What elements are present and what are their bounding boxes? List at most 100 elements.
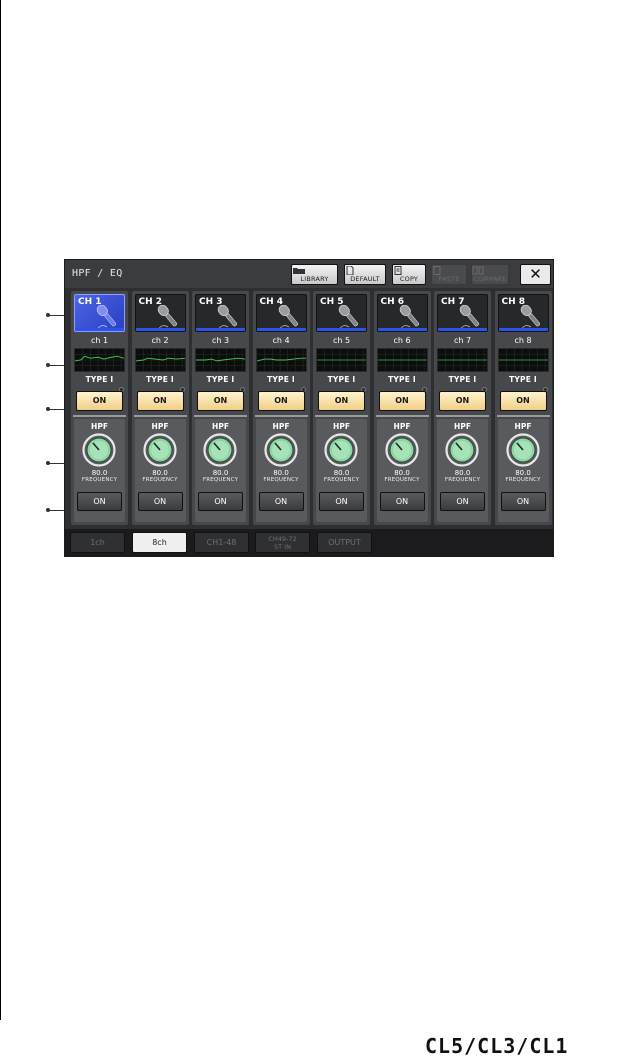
hpf-frequency-knob[interactable] <box>263 433 298 467</box>
eq-on-button[interactable]: ON <box>378 391 426 411</box>
hpf-frequency-knob[interactable] <box>203 433 237 467</box>
close-icon: ✕ <box>529 265 542 283</box>
section-divider <box>315 415 368 417</box>
channel-select-button[interactable]: CH 8 <box>497 294 549 332</box>
hpf-frequency-knob[interactable] <box>445 433 479 467</box>
hpf-on-button[interactable]: ON <box>258 492 304 511</box>
hpf-frequency-knob[interactable] <box>505 433 540 467</box>
eq-on-button[interactable]: ON <box>257 391 305 411</box>
section-divider <box>73 415 126 417</box>
hpf-frequency-value: 80.0 <box>152 469 168 477</box>
channel-color-bar <box>438 328 487 331</box>
eq-graph[interactable] <box>255 348 307 372</box>
hpf-frequency-value: 80.0 <box>515 469 531 477</box>
eq-on-button[interactable]: ON <box>318 391 365 411</box>
eq-type-label: TYPE I <box>448 375 477 384</box>
hpf-section: HPF 80.0 FREQUENCY ON <box>497 419 549 522</box>
compare-button[interactable]: COMPARE <box>471 264 509 285</box>
hpf-on-button[interactable]: ON <box>137 492 183 511</box>
hpf-on-button[interactable]: ON <box>198 492 243 511</box>
hpf-frequency-label: FREQUENCY <box>505 477 541 483</box>
library-button[interactable]: LIBRARY <box>291 264 338 285</box>
hpf-label: HPF <box>333 422 350 431</box>
eq-graph[interactable] <box>437 348 488 372</box>
compare-label: COMPARE <box>473 275 507 283</box>
hpf-frequency-knob[interactable] <box>324 433 358 467</box>
tab-1ch[interactable]: 1ch <box>70 532 125 553</box>
eq-on-button[interactable]: ON <box>439 391 486 411</box>
hpf-frequency-label: FREQUENCY <box>323 477 360 483</box>
hpf-on-button[interactable]: ON <box>500 492 546 511</box>
tab-ch49-72-label: CH49-72 <box>268 535 297 543</box>
hpf-on-button[interactable]: ON <box>440 492 485 511</box>
copy-button[interactable]: COPY <box>392 264 426 285</box>
hpf-on-button[interactable]: ON <box>319 492 364 511</box>
tab-ch1-48[interactable]: CH1-48 <box>194 532 249 553</box>
channel-color-bar <box>196 328 245 331</box>
hpf-frequency-label: FREQUENCY <box>202 477 239 483</box>
paste-button[interactable]: PASTE <box>431 264 467 285</box>
channel-select-button[interactable]: CH 4 <box>255 294 307 332</box>
channel-name: ch 2 <box>151 336 169 345</box>
default-label: DEFAULT <box>350 275 380 283</box>
channel-select-button[interactable]: CH 5 <box>316 294 367 332</box>
hpf-eq-window: HPF / EQ LIBRARY DEFAULT COPY PASTE COMP… <box>64 259 554 557</box>
tab-8ch[interactable]: 8ch <box>132 532 187 553</box>
channel-select-button[interactable]: CH 2 <box>134 294 186 332</box>
section-divider <box>254 415 308 417</box>
hpf-frequency-value: 80.0 <box>454 469 471 477</box>
hpf-on-button[interactable]: ON <box>77 492 122 511</box>
eq-graph[interactable] <box>195 348 246 372</box>
folder-icon <box>293 268 305 274</box>
eq-on-button[interactable]: ON <box>499 391 547 411</box>
hpf-frequency-value: 80.0 <box>333 469 350 477</box>
tab-output[interactable]: OUTPUT <box>317 532 372 553</box>
channel-name: ch 3 <box>211 336 230 345</box>
tab-bar: 1ch 8ch CH1-48 CH49-72 ST IN OUTPUT <box>65 529 553 556</box>
section-divider <box>194 415 247 417</box>
eq-type-label: TYPE I <box>85 375 114 384</box>
eq-graph[interactable] <box>376 348 428 372</box>
channel-color-bar <box>377 328 427 331</box>
hpf-frequency-label: FREQUENCY <box>444 477 481 483</box>
eq-graph[interactable] <box>134 348 186 372</box>
hpf-frequency-knob[interactable] <box>82 433 116 467</box>
channel-select-button[interactable]: CH 3 <box>195 294 246 332</box>
eq-curve <box>196 357 245 362</box>
default-button[interactable]: DEFAULT <box>344 264 386 285</box>
copy-label: COPY <box>399 275 419 283</box>
title-bar: HPF / EQ LIBRARY DEFAULT COPY PASTE COMP… <box>65 260 553 288</box>
eq-type-label: TYPE I <box>146 375 174 384</box>
hpf-frequency-knob[interactable] <box>142 433 177 467</box>
hpf-frequency-knob[interactable] <box>384 433 419 467</box>
eq-on-button[interactable]: ON <box>76 391 123 411</box>
channel-color-bar <box>256 328 306 331</box>
hpf-label: HPF <box>272 422 290 431</box>
hpf-section: HPF 80.0 FREQUENCY ON <box>195 419 246 522</box>
channel-color-bar <box>135 328 185 331</box>
library-label: LIBRARY <box>300 275 329 283</box>
hpf-section: HPF 80.0 FREQUENCY ON <box>376 419 428 522</box>
eq-type-label: TYPE I <box>206 375 235 384</box>
eq-graph[interactable] <box>74 348 125 372</box>
channel-strip: CH 4 ch 4 TYPE I ON HPF 80.0 FREQUENCY ON <box>252 291 310 525</box>
hpf-frequency-value: 80.0 <box>273 469 289 477</box>
channel-select-button[interactable]: CH 6 <box>376 294 428 332</box>
hpf-frequency-value: 80.0 <box>394 469 410 477</box>
channel-select-button[interactable]: CH 7 <box>437 294 488 332</box>
hpf-on-button[interactable]: ON <box>379 492 425 511</box>
eq-graph[interactable] <box>497 348 549 372</box>
tab-ch49-72-st-in[interactable]: CH49-72 ST IN <box>255 532 310 553</box>
eq-on-button[interactable]: ON <box>197 391 244 411</box>
eq-on-button[interactable]: ON <box>136 391 184 411</box>
hpf-frequency-label: FREQUENCY <box>142 477 178 483</box>
eq-graph[interactable] <box>316 348 367 372</box>
channel-select-button[interactable]: CH 1 <box>74 294 125 332</box>
channel-strip: CH 7 ch 7 TYPE I ON HPF 80.0 FREQUENCY ON <box>434 291 491 525</box>
channel-name: ch 6 <box>393 336 411 345</box>
page-margin-rule <box>0 0 1 1020</box>
channel-strip: CH 6 ch 6 TYPE I ON HPF 80.0 FREQUENCY ON <box>373 291 431 525</box>
eq-curve <box>256 357 306 362</box>
hpf-section: HPF 80.0 FREQUENCY ON <box>437 419 488 522</box>
close-button[interactable]: ✕ <box>520 264 551 285</box>
